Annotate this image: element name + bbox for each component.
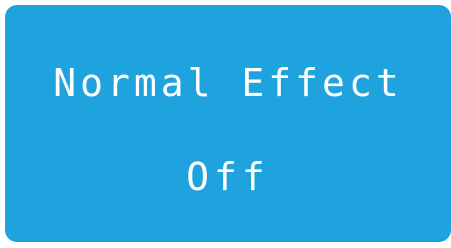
effect-title: Normal Effect	[53, 60, 403, 105]
effect-toggle-tile[interactable]: Normal Effect Off	[5, 5, 451, 242]
screen: Normal Effect Off	[0, 0, 451, 248]
effect-state: Off	[186, 154, 270, 199]
